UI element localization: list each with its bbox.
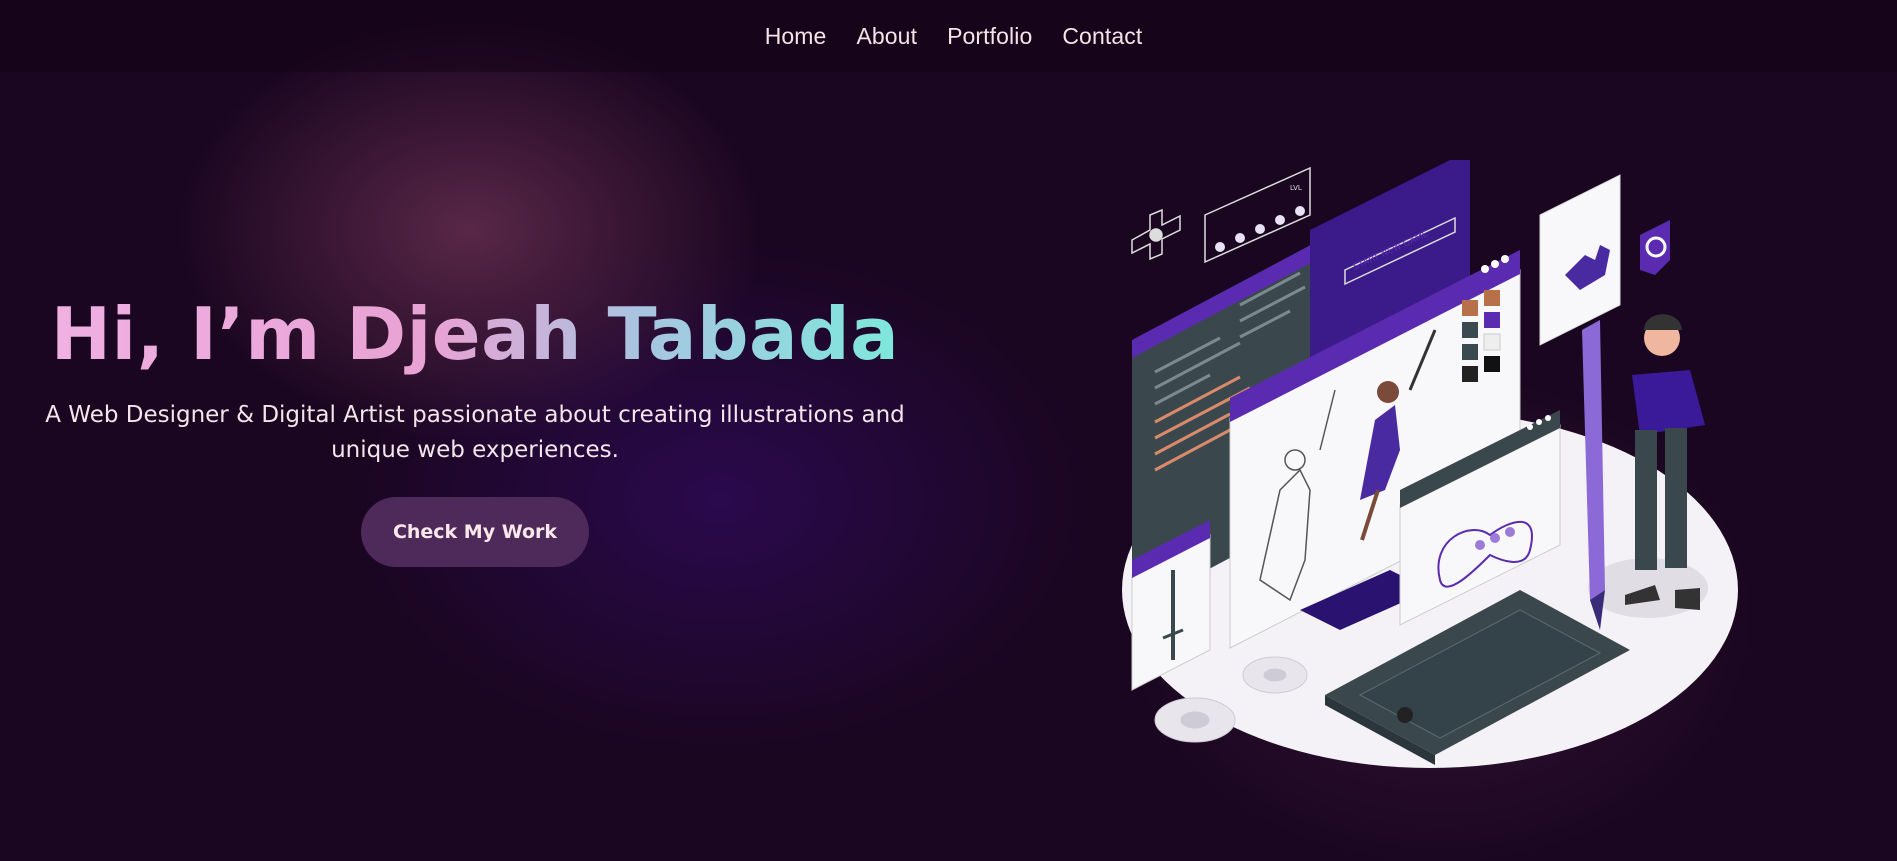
- top-navigation: Home About Portfolio Contact: [0, 0, 1897, 72]
- check-my-work-button[interactable]: Check My Work: [361, 497, 589, 567]
- nav-link-portfolio[interactable]: Portfolio: [947, 23, 1032, 50]
- gear-bubble-illustration: [1640, 220, 1670, 275]
- nav-link-contact[interactable]: Contact: [1062, 23, 1142, 50]
- hero-illustration: LVL START NEW GAME: [1122, 160, 1738, 768]
- pixel-heart-paper-illustration: [1539, 174, 1621, 346]
- hero-title: Hi, I’m Djeah Tabada: [40, 288, 910, 380]
- hero-subtitle: A Web Designer & Digital Artist passiona…: [45, 402, 905, 463]
- dpad-illustration: [1131, 208, 1181, 261]
- hero-title-text: Hi, I’m Djeah Tabada: [50, 292, 900, 376]
- health-hearts-illustration: LVL: [1204, 166, 1311, 264]
- lvl-label: LVL: [1290, 184, 1302, 192]
- nav-link-about[interactable]: About: [856, 23, 917, 50]
- nav-link-home[interactable]: Home: [765, 23, 827, 50]
